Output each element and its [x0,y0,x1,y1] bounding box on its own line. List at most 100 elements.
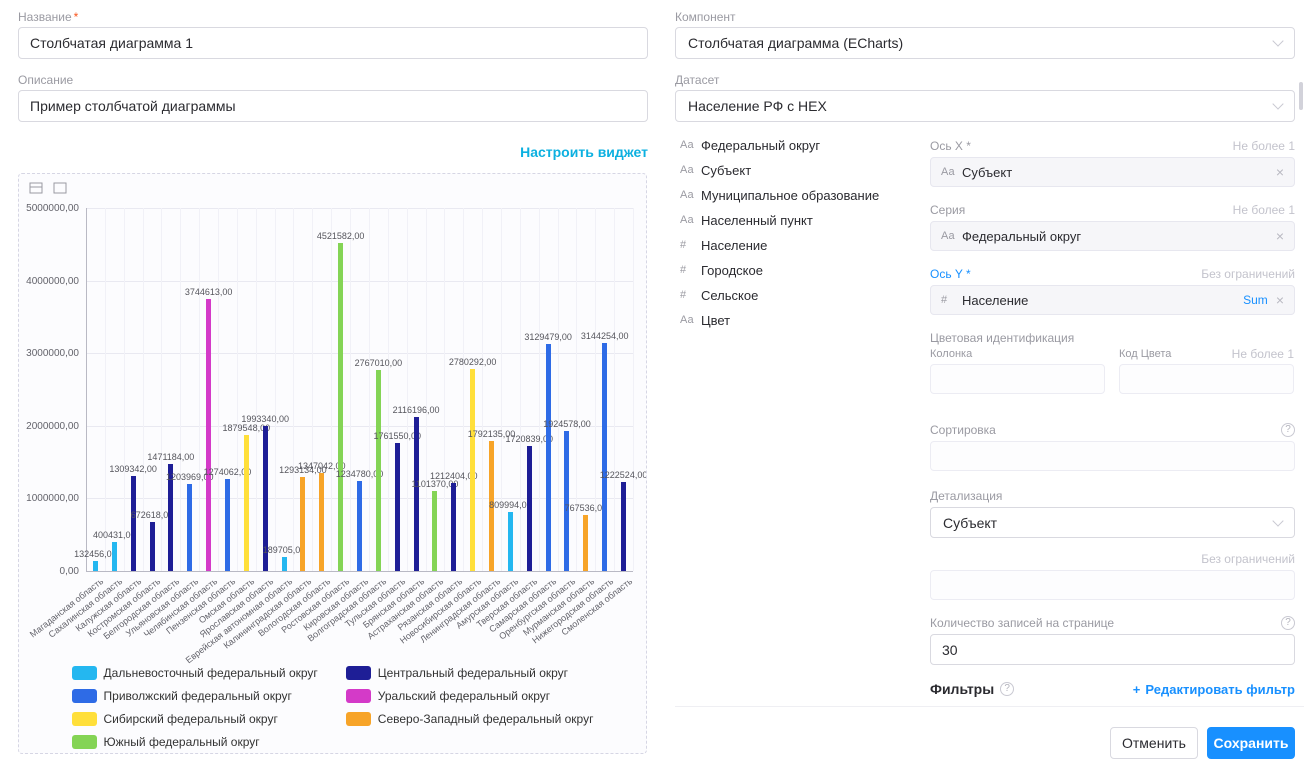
axis-x-dropzone[interactable]: Аа Субъект × [930,157,1295,187]
legend-item[interactable]: Приволжский федеральный округ [72,689,318,703]
gridline [369,208,370,571]
required-asterisk: * [74,10,79,24]
dataset-field-item[interactable]: #Городское [680,263,930,277]
bar[interactable] [206,299,211,571]
legend-item[interactable]: Дальневосточный федеральный округ [72,666,318,680]
axis-y-section: Ось Y * Без ограничений # Население Sum … [930,266,1295,315]
bar[interactable] [112,542,117,571]
remove-series-field-icon[interactable]: × [1276,229,1284,243]
bar[interactable] [93,561,98,571]
filters-help-icon[interactable]: ? [1000,682,1014,696]
bar[interactable] [187,484,192,571]
legend-item[interactable]: Уральский федеральный округ [346,689,594,703]
extra-dropzone[interactable] [930,570,1295,600]
widget-editor-right-pane: Компонент Столбчатая диаграмма (ECharts)… [675,10,1295,697]
scrollbar[interactable] [1299,82,1303,110]
x-axis-line [86,571,633,572]
legend-label: Северо-Западный федеральный округ [378,712,594,726]
bar[interactable] [338,243,343,571]
y-axis-tick-label: 3000000,00 [19,348,79,359]
remove-axis-x-field-icon[interactable]: × [1276,165,1284,179]
gridline [275,208,276,571]
bar[interactable] [357,481,362,571]
axis-y-dropzone[interactable]: # Население Sum × [930,285,1295,315]
remove-axis-y-field-icon[interactable]: × [1276,293,1284,307]
dataset-select[interactable]: Население РФ с HEX [675,90,1295,122]
bar[interactable] [527,446,532,571]
bar[interactable] [602,343,607,571]
save-button[interactable]: Сохранить [1207,727,1295,759]
bar[interactable] [414,417,419,571]
bar[interactable] [319,473,324,571]
legend-label: Уральский федеральный округ [378,689,550,703]
bar[interactable] [583,515,588,571]
bar[interactable] [395,443,400,571]
bar[interactable] [508,512,513,571]
edit-filter-link[interactable]: + Редактировать фильтр [1133,682,1295,697]
field-name: Население [701,238,767,253]
bar[interactable] [451,483,456,571]
series-dropzone[interactable]: Аа Федеральный округ × [930,221,1295,251]
series-limit-hint: Не более 1 [1233,203,1295,217]
dataset-field-item[interactable]: АаФедеральный округ [680,138,930,152]
gridline [482,208,483,571]
axis-x-label: Ось X * [930,139,971,153]
y-axis-tick-label: 0,00 [19,566,79,577]
gridline [463,208,464,571]
name-label: Название* [18,10,648,24]
dataset-field-item[interactable]: #Население [680,238,930,252]
gridline [86,208,633,209]
aggregation-selector[interactable]: Sum [1243,293,1268,307]
axis-x-chip-label: Субъект [962,165,1012,180]
widget-description-input[interactable] [18,90,648,122]
widget-name-input[interactable] [18,27,648,59]
component-select[interactable]: Столбчатая диаграмма (ECharts) [675,27,1295,59]
color-column-dropzone[interactable] [930,364,1105,394]
gridline [388,208,389,571]
dataset-field-item[interactable]: АаЦвет [680,313,930,327]
configure-widget-link[interactable]: Настроить виджет [520,144,648,160]
extra-dropzone-section: Без ограничений [930,551,1295,600]
bar[interactable] [225,479,230,571]
page-size-input[interactable] [930,634,1295,665]
dataset-field-item[interactable]: АаМуниципальное образование [680,188,930,202]
bar-value-label: 1993340,00 [241,414,289,424]
legend-item[interactable]: Сибирский федеральный округ [72,712,318,726]
name-label-text: Название [18,10,72,24]
field-name: Муниципальное образование [701,188,879,203]
gridline [256,208,257,571]
bar[interactable] [131,476,136,571]
legend-swatch [346,689,371,703]
bar-value-label: 1924578,00 [543,419,591,429]
color-code-dropzone[interactable] [1119,364,1294,394]
dataset-label: Датасет [675,73,1295,87]
bar[interactable] [376,370,381,571]
bar[interactable] [470,369,475,571]
filters-title: Фильтры [930,681,994,697]
dataset-field-item[interactable]: АаСубъект [680,163,930,177]
bar[interactable] [150,522,155,571]
sorting-section: Сортировка ? [930,422,1295,471]
bar[interactable] [621,482,626,571]
y-axis-line [86,208,87,571]
bar[interactable] [564,431,569,571]
bar[interactable] [282,557,287,571]
sorting-help-icon[interactable]: ? [1281,423,1295,437]
chevron-down-icon [1272,515,1283,526]
detail-select[interactable]: Субъект [930,507,1295,538]
legend-item[interactable]: Центральный федеральный округ [346,666,594,680]
page-size-help-icon[interactable]: ? [1281,616,1295,630]
bar-value-label: 132456,00 [74,549,117,559]
bar[interactable] [300,477,305,571]
detail-label: Детализация [930,489,1002,503]
bar[interactable] [432,491,437,571]
bar[interactable] [244,435,249,571]
dataset-field-item[interactable]: АаНаселенный пункт [680,213,930,227]
dataset-field-item[interactable]: #Сельское [680,288,930,302]
cancel-button[interactable]: Отменить [1110,727,1198,759]
bar[interactable] [546,344,551,571]
legend-item[interactable]: Южный федеральный округ [72,735,318,749]
legend-item[interactable]: Северо-Западный федеральный округ [346,712,594,726]
color-identification-label: Цветовая идентификация [930,331,1074,345]
sorting-dropzone[interactable] [930,441,1295,471]
